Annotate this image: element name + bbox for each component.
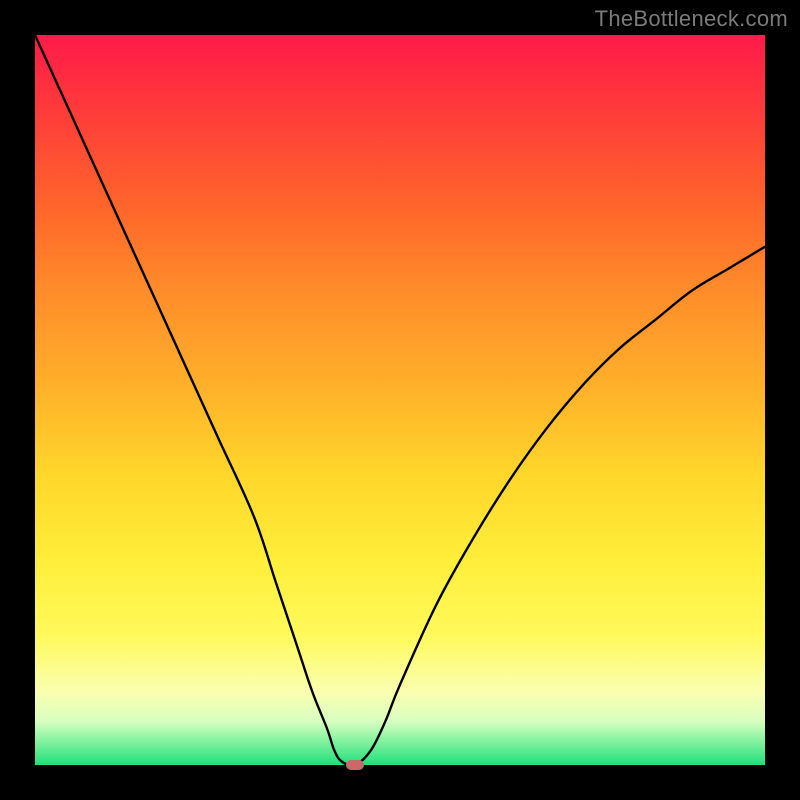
- plot-area: [35, 35, 765, 765]
- curve-path: [35, 35, 765, 766]
- bottleneck-curve: [35, 35, 765, 765]
- chart-frame: TheBottleneck.com: [0, 0, 800, 800]
- watermark-text: TheBottleneck.com: [595, 6, 788, 32]
- minimum-marker: [346, 760, 364, 770]
